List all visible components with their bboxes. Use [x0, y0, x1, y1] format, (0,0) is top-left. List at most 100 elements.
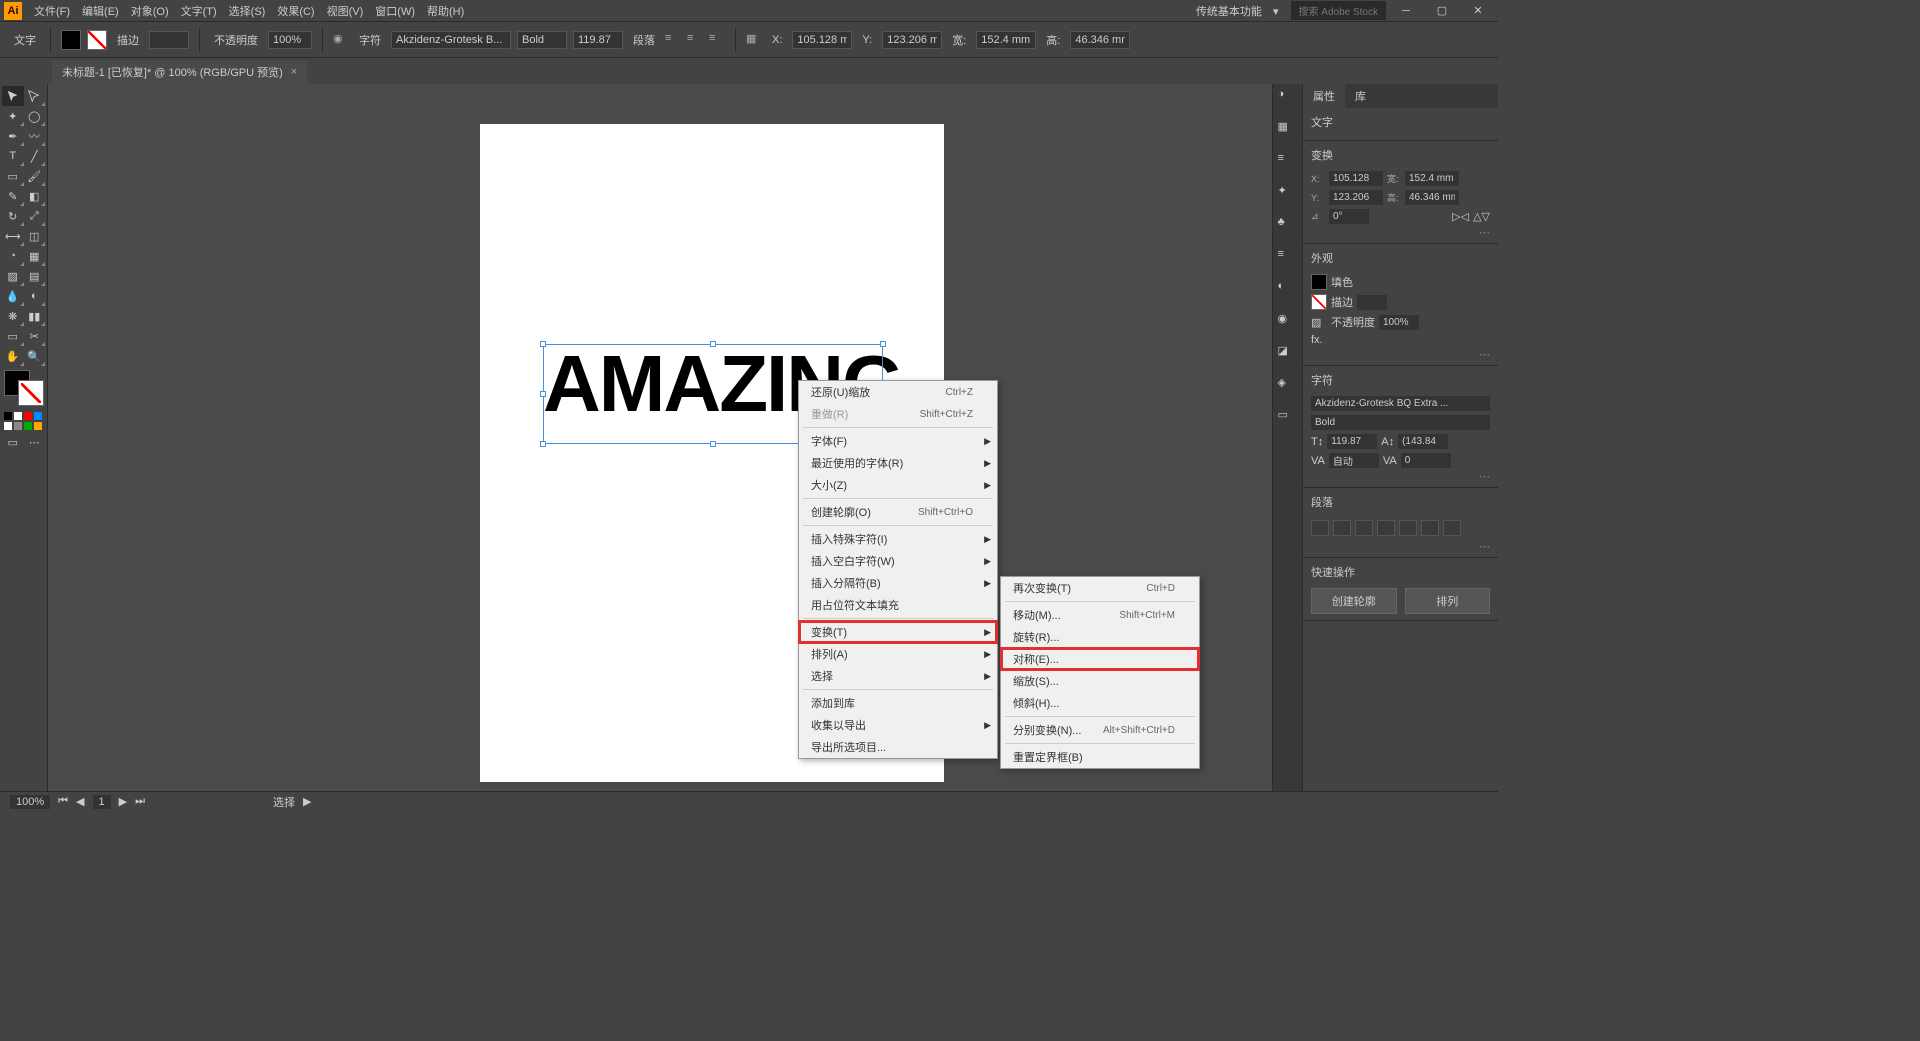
panel-h-input[interactable] [1405, 190, 1459, 205]
ctx-insert-whitespace[interactable]: 插入空白字符(W)▶ [799, 550, 997, 572]
selection-tool[interactable] [2, 86, 24, 106]
quick-arrange[interactable]: 排列 [1405, 588, 1491, 614]
symbol-tool[interactable]: ❋ [2, 306, 24, 326]
ctx-font[interactable]: 字体(F)▶ [799, 430, 997, 452]
para-align-left[interactable] [1311, 520, 1329, 536]
ctx-placeholder-text[interactable]: 用占位符文本填充 [799, 594, 997, 616]
mini-swatch[interactable] [34, 422, 42, 430]
ctx-arrange[interactable]: 排列(A)▶ [799, 643, 997, 665]
y-input[interactable] [882, 31, 942, 49]
symbols-panel-icon[interactable]: ✦ [1278, 184, 1298, 204]
mini-swatch[interactable] [24, 422, 32, 430]
brushes-panel-icon[interactable]: ≡ [1278, 152, 1298, 172]
screen-mode[interactable]: ▭ [2, 432, 24, 452]
edit-toolbar[interactable]: ⋯ [24, 432, 46, 452]
ctx-shear[interactable]: 倾斜(H)... [1001, 692, 1199, 714]
ctx-recent-font[interactable]: 最近使用的字体(R)▶ [799, 452, 997, 474]
eraser-tool[interactable]: ◧ [24, 186, 46, 206]
align-right-icon[interactable]: ≡ [709, 32, 725, 48]
mini-swatch[interactable] [24, 412, 32, 420]
w-input[interactable] [976, 31, 1036, 49]
menu-help[interactable]: 帮助(H) [421, 1, 470, 21]
ctx-size[interactable]: 大小(Z)▶ [799, 474, 997, 496]
free-transform-tool[interactable]: ◫ [24, 226, 46, 246]
nav-next-icon[interactable]: ▶ [119, 795, 127, 808]
mini-swatch[interactable] [14, 412, 22, 420]
direct-selection-tool[interactable] [24, 86, 46, 106]
shaper-tool[interactable]: ✎ [2, 186, 24, 206]
panel-kerning-input[interactable] [1329, 453, 1379, 468]
menu-object[interactable]: 对象(O) [125, 1, 175, 21]
panel-stroke-weight[interactable] [1357, 295, 1387, 310]
close-button[interactable]: ✕ [1462, 2, 1494, 20]
panel-x-input[interactable] [1329, 171, 1383, 186]
stroke-swatch[interactable] [87, 30, 107, 50]
panel-font-input[interactable] [1311, 396, 1490, 411]
ctx-create-outlines[interactable]: 创建轮廓(O)Shift+Ctrl+O [799, 501, 997, 523]
ctx-export-selection[interactable]: 导出所选项目... [799, 736, 997, 758]
ctx-insert-break[interactable]: 插入分隔符(B)▶ [799, 572, 997, 594]
panel-size-input[interactable] [1327, 434, 1377, 449]
eyedropper-tool[interactable]: 💧 [2, 286, 24, 306]
mesh-tool[interactable]: ▨ [2, 266, 24, 286]
transform-icon[interactable]: ▦ [746, 32, 762, 48]
para-justify-center[interactable] [1399, 520, 1417, 536]
menu-window[interactable]: 窗口(W) [369, 1, 421, 21]
ctx-undo[interactable]: 还原(U)缩放Ctrl+Z [799, 381, 997, 403]
ctx-collect-export[interactable]: 收集以导出▶ [799, 714, 997, 736]
ctx-scale[interactable]: 缩放(S)... [1001, 670, 1199, 692]
h-input[interactable] [1070, 31, 1130, 49]
ctx-rotate[interactable]: 旋转(R)... [1001, 626, 1199, 648]
fill-swatch[interactable] [61, 30, 81, 50]
search-stock-input[interactable]: 搜索 Adobe Stock [1291, 1, 1386, 20]
perspective-tool[interactable]: ▦ [24, 246, 46, 266]
panel-opacity-input[interactable] [1379, 315, 1419, 330]
nav-prev-icon[interactable]: ◀ [76, 795, 84, 808]
scale-tool[interactable]: ⤢ [24, 206, 46, 226]
mini-swatch[interactable] [34, 412, 42, 420]
tab-libraries[interactable]: 库 [1345, 84, 1376, 108]
zoom-tool[interactable]: 🔍 [24, 346, 46, 366]
workspace-switcher[interactable]: 传统基本功能 ▾ [1180, 1, 1287, 21]
transparency-panel-icon[interactable]: ◐ [1278, 280, 1298, 300]
ctx-insert-glyph[interactable]: 插入特殊字符(I)▶ [799, 528, 997, 550]
nav-first-icon[interactable]: ⏮ [58, 795, 68, 808]
canvas[interactable]: AMAZING 还原(U)缩放Ctrl+Z 重做(R)Shift+Ctrl+Z … [48, 84, 1272, 791]
panel-w-input[interactable] [1405, 171, 1459, 186]
flip-h-icon[interactable]: ▷◁ [1452, 210, 1469, 223]
layers-panel-icon[interactable]: ◈ [1278, 376, 1298, 396]
blend-tool[interactable]: ◐ [24, 286, 46, 306]
font-size-input[interactable] [573, 31, 623, 49]
zoom-level[interactable]: 100% [10, 795, 50, 809]
graphic-styles-panel-icon[interactable]: ◪ [1278, 344, 1298, 364]
stroke-weight-input[interactable] [149, 31, 189, 49]
align-center-icon[interactable]: ≡ [687, 32, 703, 48]
panel-angle-input[interactable] [1329, 209, 1369, 224]
type-tool[interactable]: T [2, 146, 24, 166]
stroke-panel-icon[interactable]: ♣ [1278, 216, 1298, 236]
panel-weight-input[interactable] [1311, 415, 1490, 430]
shape-builder-tool[interactable]: ◔ [2, 246, 24, 266]
color-swatches[interactable] [4, 370, 44, 406]
mini-swatch[interactable] [4, 422, 12, 430]
artboard-tool[interactable]: ▭ [2, 326, 24, 346]
flip-v-icon[interactable]: △▽ [1473, 210, 1490, 223]
ctx-reset-bbox[interactable]: 重置定界框(B) [1001, 746, 1199, 768]
opacity-input[interactable] [268, 31, 312, 49]
panel-stroke-swatch[interactable] [1311, 294, 1327, 310]
color-panel-icon[interactable]: ◑ [1278, 88, 1298, 108]
align-left-icon[interactable]: ≡ [665, 32, 681, 48]
swatches-panel-icon[interactable]: ▦ [1278, 120, 1298, 140]
menu-type[interactable]: 文字(T) [175, 1, 223, 21]
mini-swatch[interactable] [14, 422, 22, 430]
ctx-transform[interactable]: 变换(T)▶ [799, 621, 997, 643]
ctx-select[interactable]: 选择▶ [799, 665, 997, 687]
font-weight-input[interactable] [517, 31, 567, 49]
mini-swatch[interactable] [4, 412, 12, 420]
ctx-add-library[interactable]: 添加到库 [799, 692, 997, 714]
para-justify-left[interactable] [1377, 520, 1395, 536]
width-tool[interactable]: ⟷ [2, 226, 24, 246]
rotate-tool[interactable]: ↻ [2, 206, 24, 226]
slice-tool[interactable]: ✂ [24, 326, 46, 346]
menu-file[interactable]: 文件(F) [28, 1, 76, 21]
